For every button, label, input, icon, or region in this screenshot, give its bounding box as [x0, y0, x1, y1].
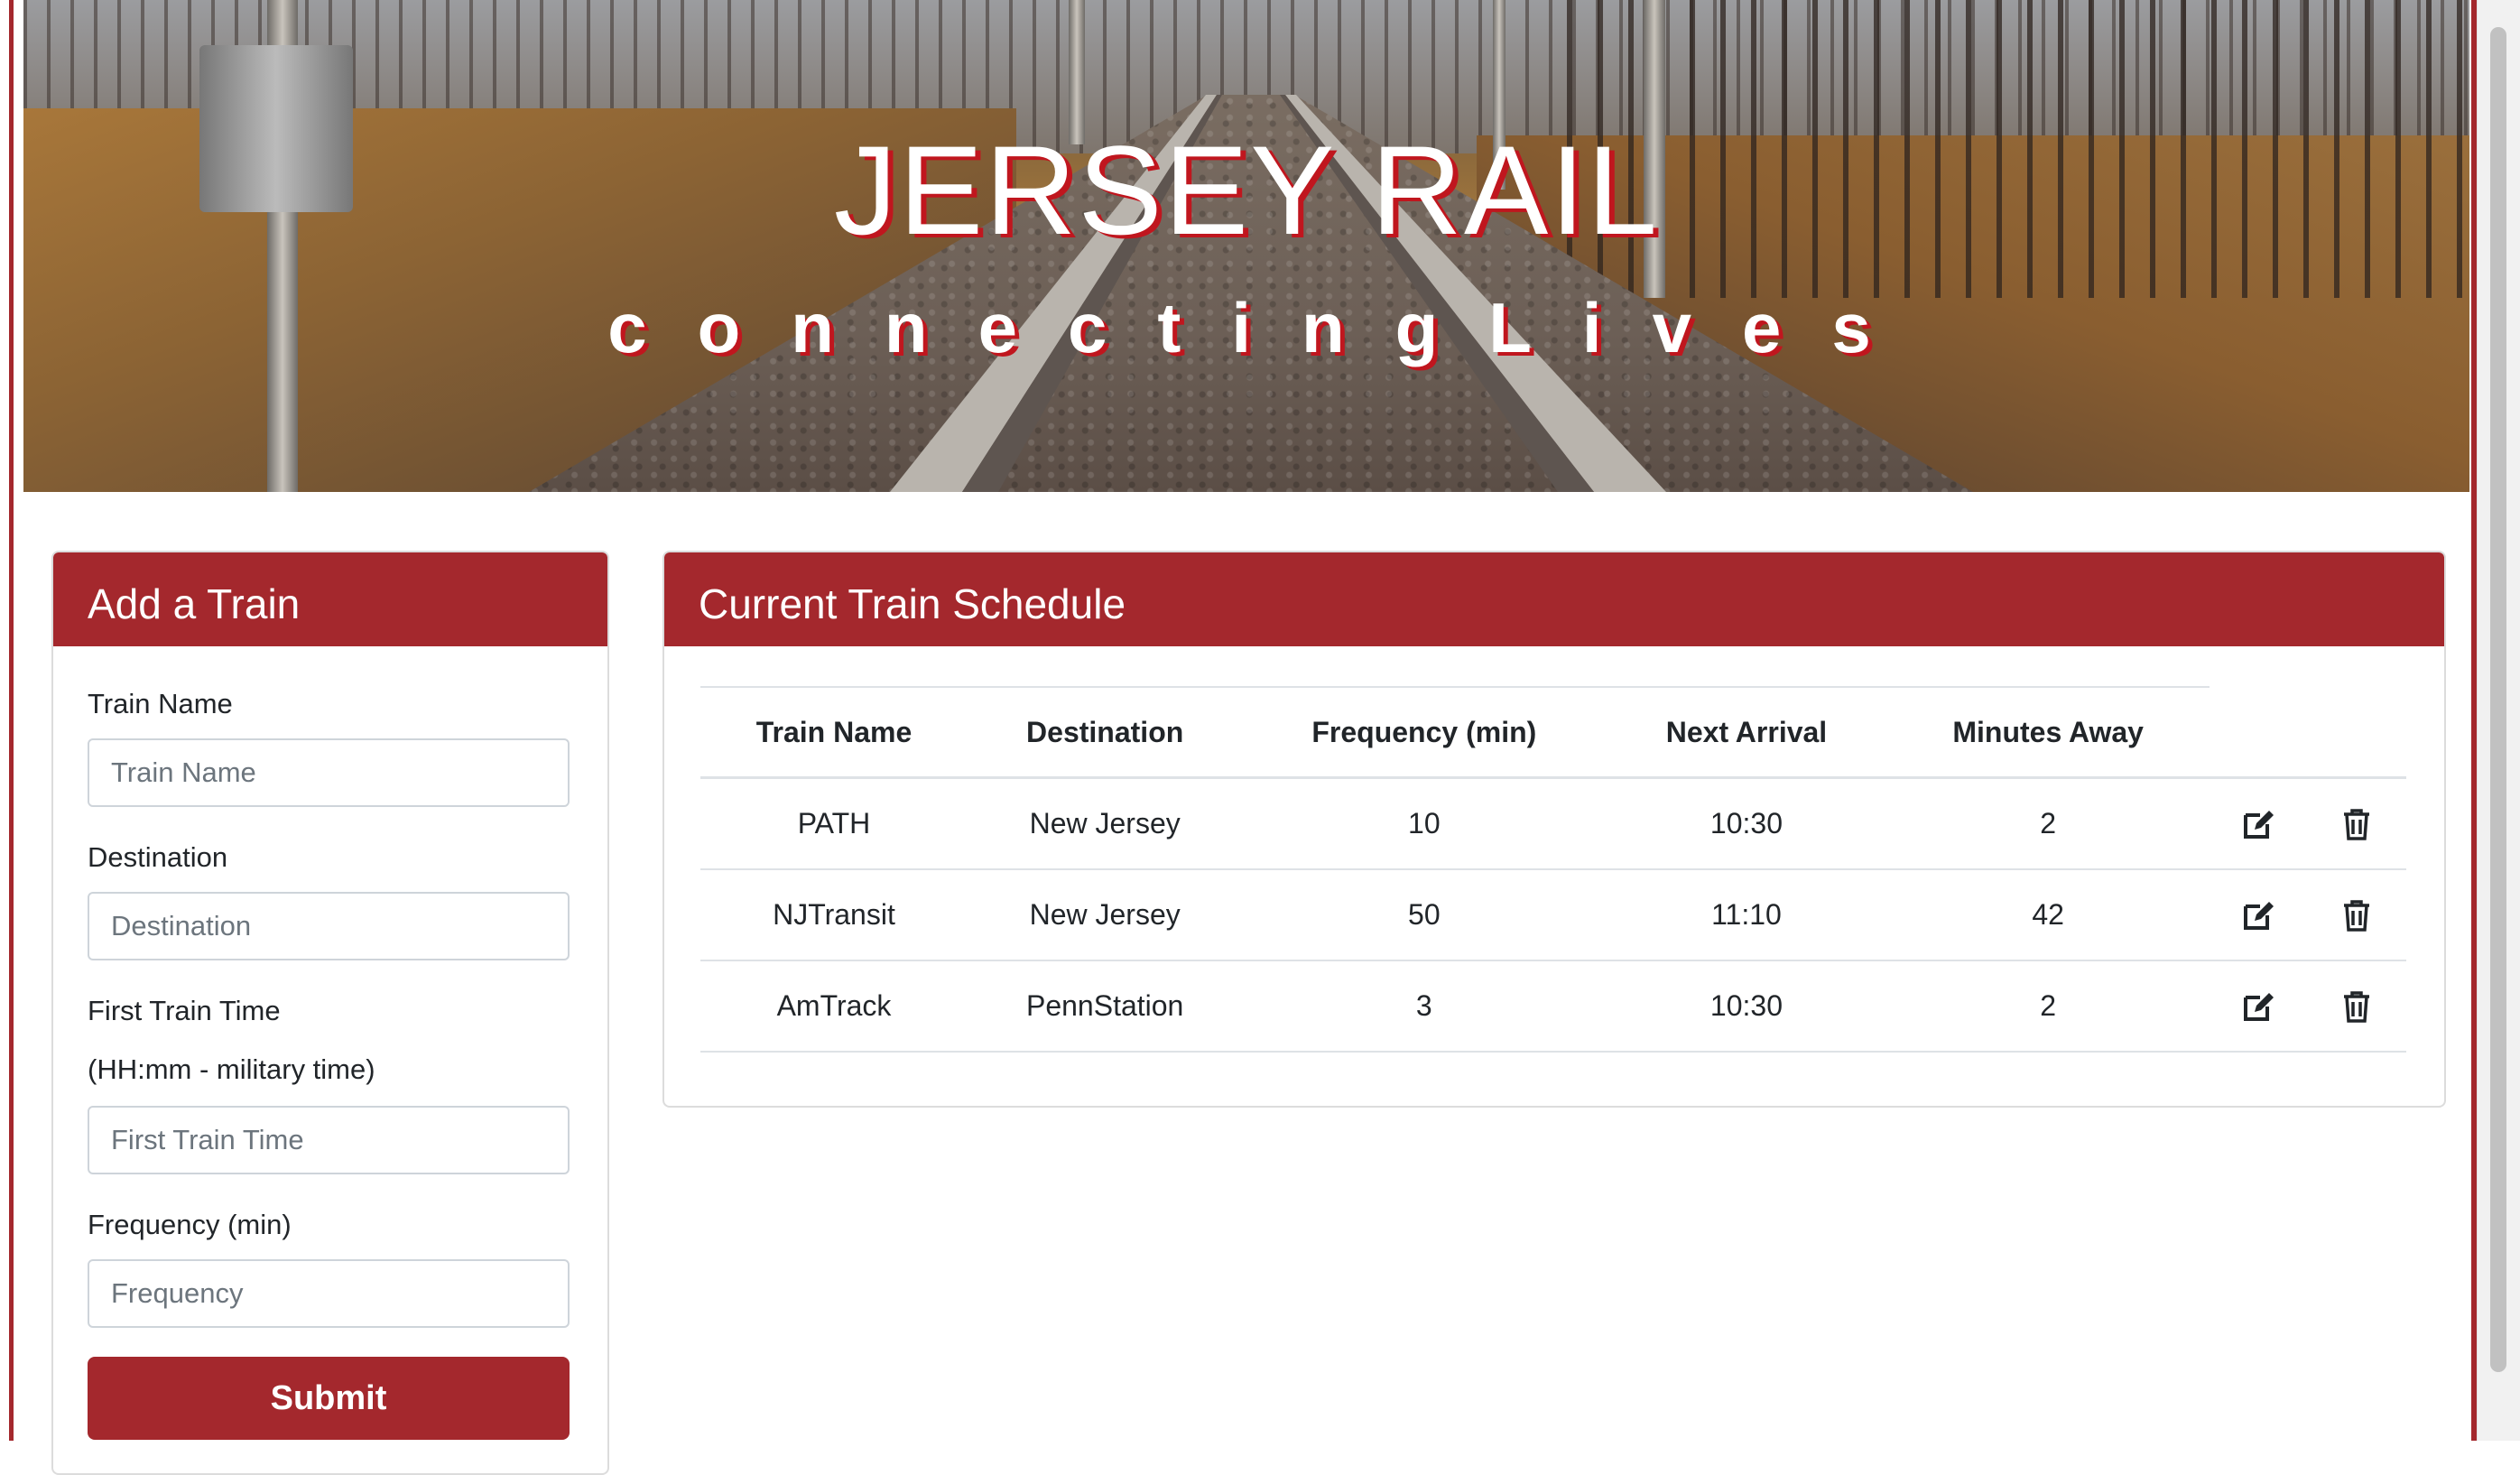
cell-minutes-away: 42 [1886, 869, 2210, 961]
cell-delete [2307, 777, 2406, 870]
column-header-delete [2307, 687, 2406, 779]
edit-icon[interactable] [2240, 806, 2276, 842]
column-header-train-name: Train Name [700, 686, 968, 779]
destination-label: Destination [88, 841, 228, 873]
cell-next-arrival: 10:30 [1606, 777, 1887, 870]
schedule-table: Train Name Destination Frequency (min) N… [700, 686, 2406, 1053]
cell-edit [2209, 960, 2308, 1053]
site-tagline: connectingLives [607, 288, 1922, 367]
cell-edit [2209, 777, 2308, 870]
column-header-minutes-away: Minutes Away [1886, 686, 2210, 779]
train-name-input[interactable] [88, 738, 570, 807]
trash-icon[interactable] [2339, 988, 2375, 1025]
page-border-left [0, 0, 14, 1441]
cell-train-name: NJTransit [700, 869, 968, 961]
cell-train-name: AmTrack [700, 960, 968, 1053]
cell-destination: PennStation [967, 960, 1243, 1053]
scrollbar-thumb[interactable] [2490, 27, 2506, 1372]
trash-icon[interactable] [2339, 806, 2375, 842]
table-header-row: Train Name Destination Frequency (min) N… [700, 686, 2406, 779]
cell-minutes-away: 2 [1886, 960, 2210, 1053]
first-train-time-label: First Train Time [88, 995, 281, 1026]
frequency-label: Frequency (min) [88, 1209, 292, 1240]
edit-icon[interactable] [2240, 897, 2276, 933]
cell-next-arrival: 10:30 [1606, 960, 1887, 1053]
add-train-header: Add a Train [53, 552, 607, 646]
trash-icon[interactable] [2339, 897, 2375, 933]
cell-destination: New Jersey [967, 869, 1243, 961]
column-header-next-arrival: Next Arrival [1606, 686, 1887, 779]
table-row: AmTrack PennStation 3 10:30 2 [700, 960, 2406, 1053]
edit-icon[interactable] [2240, 988, 2276, 1025]
schedule-header: Current Train Schedule [664, 552, 2444, 646]
first-train-time-input[interactable] [88, 1106, 570, 1174]
column-header-destination: Destination [967, 686, 1243, 779]
cell-frequency: 50 [1242, 869, 1607, 961]
cell-minutes-away: 2 [1886, 777, 2210, 870]
cell-frequency: 3 [1242, 960, 1607, 1053]
cell-delete [2307, 869, 2406, 961]
cell-edit [2209, 869, 2308, 961]
cell-frequency: 10 [1242, 777, 1607, 870]
cell-train-name: PATH [700, 777, 968, 870]
add-train-form: Train Name Destination First Train Time … [53, 688, 607, 1440]
table-row: NJTransit New Jersey 50 11:10 42 [700, 869, 2406, 961]
cell-destination: New Jersey [967, 777, 1243, 870]
add-train-card: Add a Train Train Name Destination First… [51, 551, 609, 1475]
submit-button[interactable]: Submit [88, 1357, 570, 1440]
destination-input[interactable] [88, 892, 570, 960]
train-name-label: Train Name [88, 688, 233, 719]
table-row: PATH New Jersey 10 10:30 2 [700, 777, 2406, 870]
first-train-time-hint: (HH:mm - military time) [88, 1053, 375, 1085]
site-title: JERSEY RAIL [833, 119, 1660, 261]
column-header-edit [2209, 687, 2308, 779]
schedule-card: Current Train Schedule Train Name Destin… [662, 551, 2446, 1108]
cell-delete [2307, 960, 2406, 1053]
hero-banner: JERSEY RAIL connectingLives [23, 0, 2469, 492]
frequency-input[interactable] [88, 1259, 570, 1328]
vertical-scrollbar[interactable] [2477, 0, 2520, 1441]
column-header-frequency: Frequency (min) [1242, 686, 1607, 779]
cell-next-arrival: 11:10 [1606, 869, 1887, 961]
